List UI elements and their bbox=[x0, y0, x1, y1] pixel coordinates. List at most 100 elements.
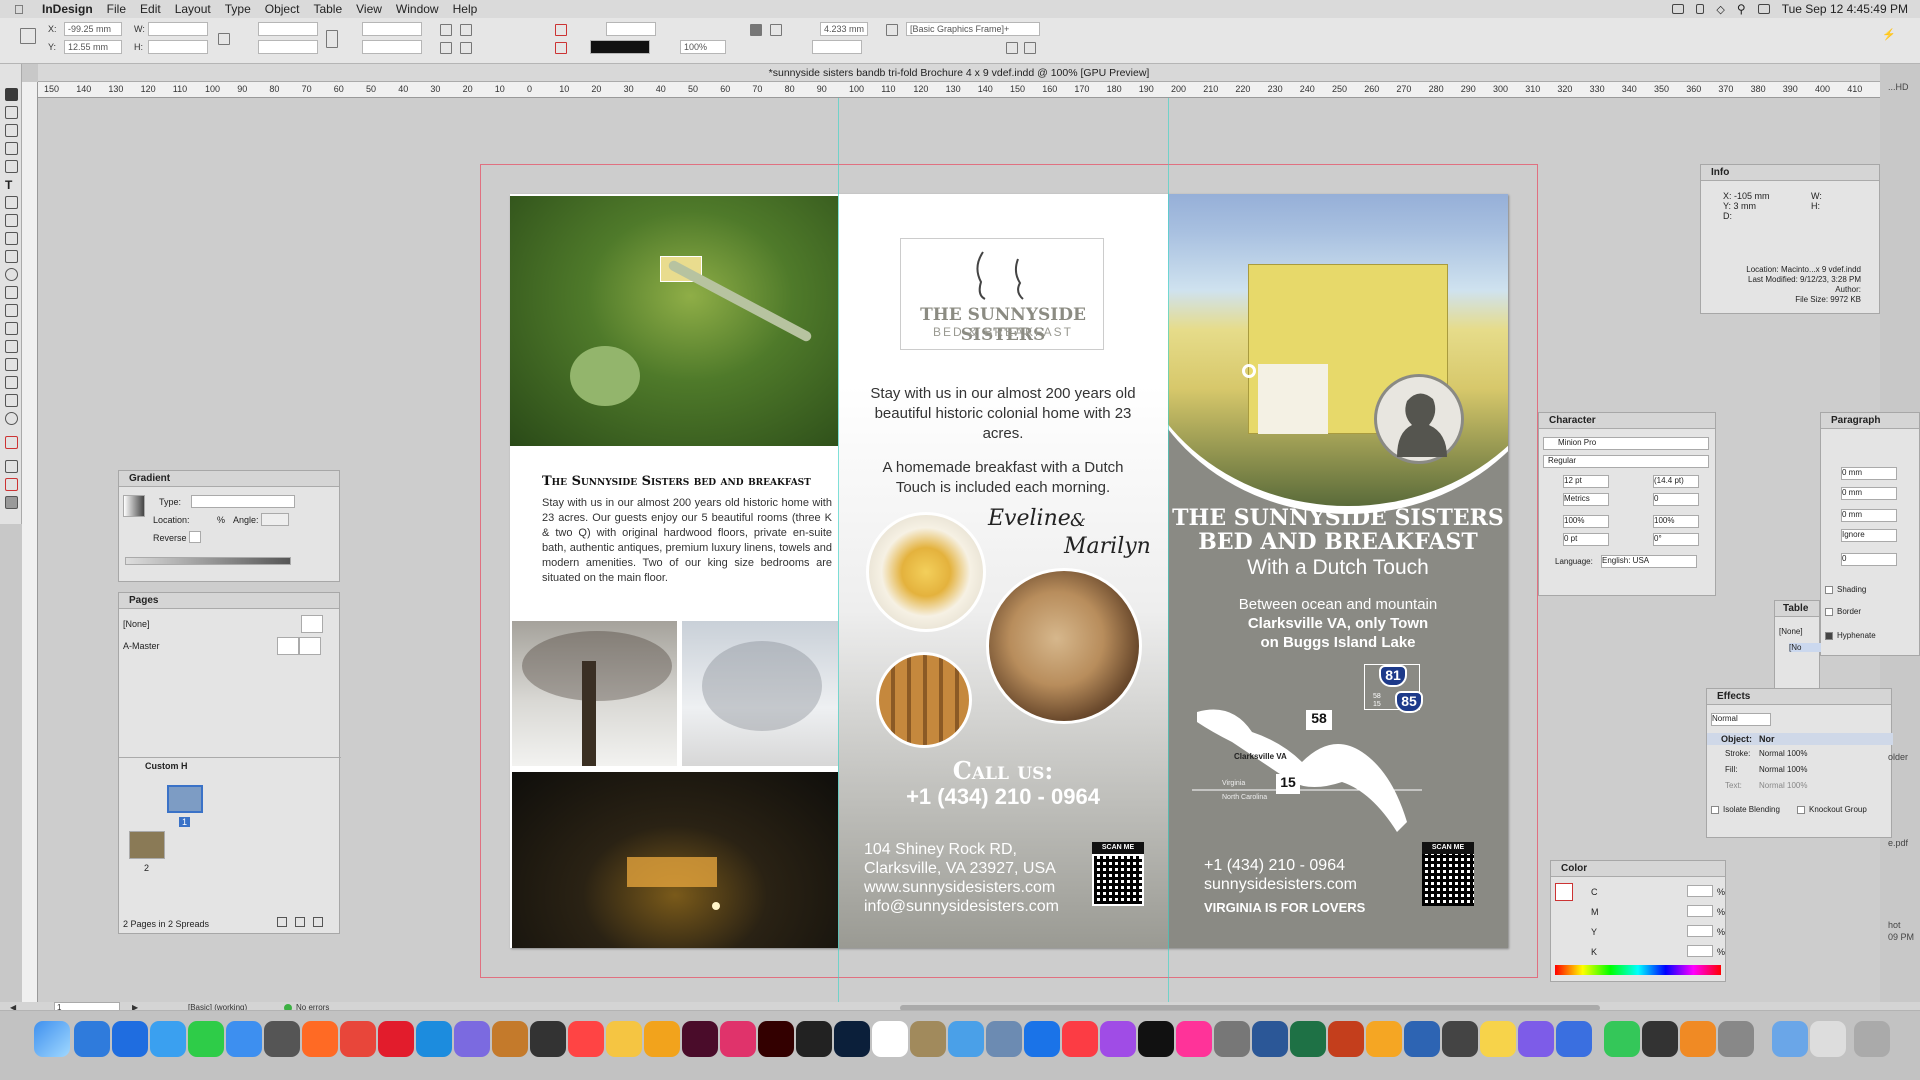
reference-point-icon[interactable] bbox=[20, 28, 36, 44]
leading-field[interactable]: (14.4 pt) bbox=[1653, 475, 1699, 488]
preview-icon[interactable] bbox=[986, 1021, 1022, 1057]
qr-code-left[interactable]: SCAN ME bbox=[1092, 842, 1144, 914]
intro-textbox[interactable]: The Sunnyside Sisters bed and breakfast … bbox=[510, 446, 838, 616]
apple-tv-icon[interactable] bbox=[1138, 1021, 1174, 1057]
object-style-select[interactable]: [Basic Graphics Frame]+ bbox=[906, 22, 1040, 36]
gradient-ramp[interactable] bbox=[125, 557, 291, 565]
none-master-label[interactable]: [None] bbox=[123, 619, 150, 629]
app-icon-16[interactable] bbox=[606, 1021, 642, 1057]
menubar-clock[interactable]: Tue Sep 12 4:45:49 PM bbox=[1782, 2, 1908, 16]
lightning-icon[interactable]: ⚡ bbox=[1882, 28, 1896, 41]
vertical-scale-field[interactable]: 100% bbox=[1563, 515, 1609, 528]
calculator-icon[interactable] bbox=[264, 1021, 300, 1057]
scale-x-field[interactable] bbox=[258, 22, 318, 36]
align-left-icon[interactable] bbox=[750, 24, 762, 36]
effects-object-row[interactable]: Object: Nor bbox=[1707, 733, 1893, 745]
zoom-tool-icon[interactable] bbox=[5, 412, 18, 425]
apply-none-icon[interactable] bbox=[5, 478, 18, 491]
pen-tool-icon[interactable] bbox=[5, 214, 18, 227]
word-icon[interactable] bbox=[1252, 1021, 1288, 1057]
gap-tool-icon[interactable] bbox=[5, 142, 18, 155]
constrain-scale-icon[interactable] bbox=[326, 30, 338, 48]
character-panel-title[interactable]: Character bbox=[1539, 413, 1715, 429]
snowy-tree-photo-2[interactable] bbox=[682, 621, 838, 766]
app-icon-14[interactable] bbox=[530, 1021, 566, 1057]
free-transform-tool-icon[interactable] bbox=[5, 304, 18, 317]
new-page-icon[interactable] bbox=[295, 917, 305, 927]
wifi-icon[interactable]: ◇ bbox=[1716, 3, 1724, 16]
photoshop-icon[interactable] bbox=[834, 1021, 870, 1057]
opacity-field[interactable]: 100% bbox=[680, 40, 726, 54]
frame-fitting-icon[interactable] bbox=[886, 24, 898, 36]
type-tool-icon[interactable]: T bbox=[5, 178, 18, 192]
vertical-ruler[interactable] bbox=[22, 82, 38, 1002]
edit-page-size-icon[interactable] bbox=[277, 917, 287, 927]
line-tool-icon[interactable] bbox=[5, 196, 18, 209]
bread-photo[interactable] bbox=[986, 568, 1142, 724]
skew-field[interactable]: 0° bbox=[1653, 533, 1699, 546]
apple-icon[interactable]:  bbox=[14, 2, 28, 17]
drop-cap-field[interactable]: 0 bbox=[1841, 553, 1897, 566]
stroke-weight-field[interactable] bbox=[606, 22, 656, 36]
messages-icon[interactable] bbox=[1604, 1021, 1640, 1057]
constrain-icon[interactable] bbox=[218, 33, 230, 45]
facetime-icon[interactable] bbox=[188, 1021, 224, 1057]
a-master-thumb-right[interactable] bbox=[299, 637, 321, 655]
stroke-swatch-icon[interactable] bbox=[555, 42, 567, 54]
scale-y-field[interactable] bbox=[258, 40, 318, 54]
black-field[interactable] bbox=[1687, 945, 1713, 957]
menu-object[interactable]: Object bbox=[265, 2, 300, 16]
app-icon-17[interactable] bbox=[644, 1021, 680, 1057]
app-icon-24[interactable] bbox=[910, 1021, 946, 1057]
selection-tool-icon[interactable] bbox=[5, 88, 18, 101]
pencil-tool-icon[interactable] bbox=[5, 232, 18, 245]
calendar-icon[interactable] bbox=[872, 1021, 908, 1057]
effects-panel-title[interactable]: Effects bbox=[1707, 689, 1891, 705]
app-icon-38[interactable] bbox=[1442, 1021, 1478, 1057]
left-indent-field[interactable]: 0 mm bbox=[1841, 467, 1897, 480]
align-center-icon[interactable] bbox=[770, 24, 782, 36]
fill-stroke-swatch-icon[interactable] bbox=[5, 436, 18, 449]
rotate-ccw-icon[interactable] bbox=[460, 24, 472, 36]
color-fill-swatch[interactable] bbox=[1555, 883, 1573, 901]
note-tool-icon[interactable] bbox=[5, 358, 18, 371]
corner-field[interactable] bbox=[812, 40, 862, 54]
space-before-field[interactable]: 0 mm bbox=[1841, 509, 1897, 522]
rotate-cw-icon[interactable] bbox=[440, 24, 452, 36]
y-field[interactable]: 12.55 mm bbox=[64, 40, 122, 54]
edge-icon[interactable] bbox=[416, 1021, 452, 1057]
menu-view[interactable]: View bbox=[356, 2, 382, 16]
formatting-container-icon[interactable] bbox=[5, 460, 18, 473]
a-master-thumb-left[interactable] bbox=[277, 637, 299, 655]
control-center-icon[interactable] bbox=[1757, 4, 1770, 14]
align-grid-select[interactable]: Ignore bbox=[1841, 529, 1897, 542]
app-icon-43[interactable] bbox=[1642, 1021, 1678, 1057]
rotate-field[interactable] bbox=[362, 22, 422, 36]
first-line-indent-field[interactable]: 0 mm bbox=[1841, 487, 1897, 500]
direct-selection-tool-icon[interactable] bbox=[5, 106, 18, 119]
chrome-icon[interactable] bbox=[340, 1021, 376, 1057]
knockout-group-option[interactable]: Knockout Group bbox=[1797, 805, 1867, 814]
horizontal-ruler[interactable]: 150 140 130 120 110 100 90 80 70 60 50 40 30 20 10 0 10 2… bbox=[38, 82, 1880, 98]
language-select[interactable]: English: USA bbox=[1601, 555, 1697, 568]
logo-frame[interactable]: THE SUNNYSIDE SISTERS BED & BREAKFAST bbox=[900, 238, 1104, 350]
table-style-none-selected[interactable]: [No bbox=[1789, 643, 1821, 652]
opera-icon[interactable] bbox=[378, 1021, 414, 1057]
effects-text-label[interactable]: Text: bbox=[1725, 781, 1742, 790]
aerial-house-photo[interactable] bbox=[510, 196, 838, 446]
system-settings-icon[interactable] bbox=[1214, 1021, 1250, 1057]
document-icon[interactable] bbox=[1810, 1021, 1846, 1057]
border-option[interactable]: Border bbox=[1825, 607, 1861, 616]
menu-app-name[interactable]: InDesign bbox=[42, 2, 93, 16]
menu-window[interactable]: Window bbox=[396, 2, 439, 16]
isolate-blending-option[interactable]: Isolate Blending bbox=[1711, 805, 1780, 814]
none-master-thumb[interactable] bbox=[301, 615, 323, 633]
snowy-tree-photo-1[interactable] bbox=[512, 621, 677, 766]
printer-icon[interactable] bbox=[1718, 1021, 1754, 1057]
indesign-icon[interactable] bbox=[682, 1021, 718, 1057]
email-link[interactable]: info@sunnysidesisters.com bbox=[864, 897, 1094, 916]
qr-code-right[interactable]: SCAN ME bbox=[1422, 842, 1474, 914]
gradient-type-select[interactable] bbox=[191, 495, 295, 508]
vlc-icon[interactable] bbox=[1680, 1021, 1716, 1057]
right-website[interactable]: sunnysidesisters.com bbox=[1204, 875, 1365, 894]
